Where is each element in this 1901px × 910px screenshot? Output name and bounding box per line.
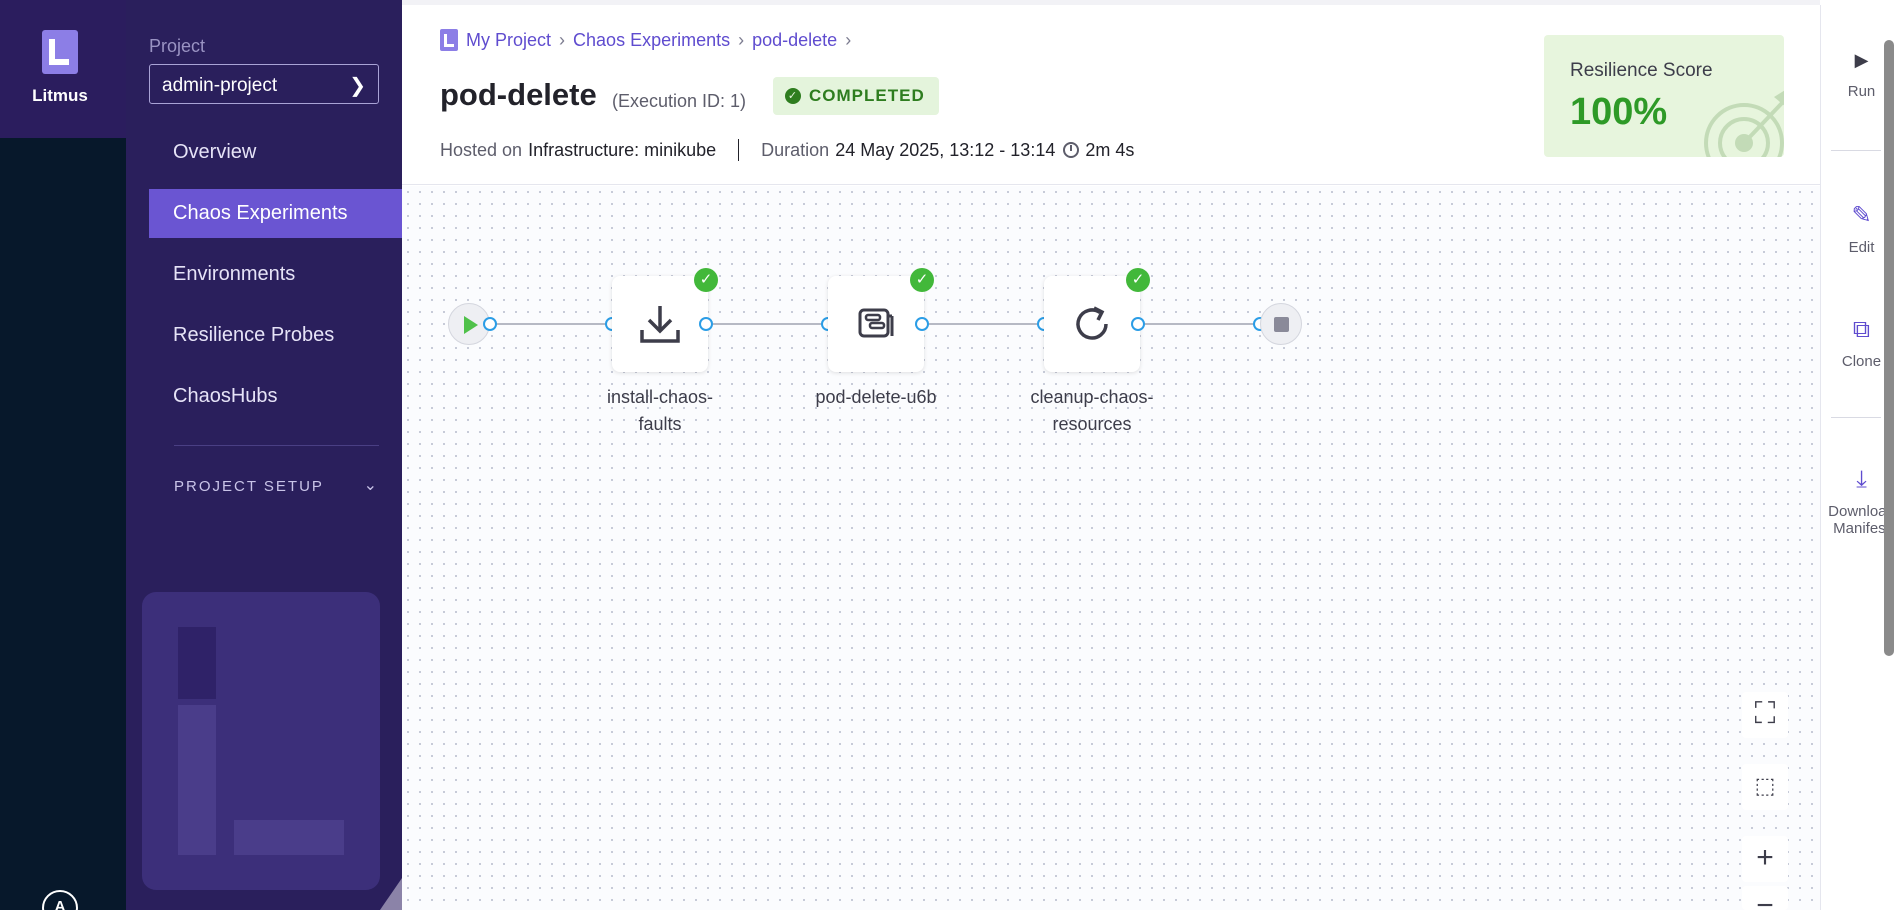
- litmus-logo-icon[interactable]: [42, 30, 78, 74]
- page-header: My Project › Chaos Experiments › pod-del…: [402, 5, 1820, 185]
- chevron-right-icon: ›: [845, 29, 852, 50]
- fit-view-icon[interactable]: ⬚: [1742, 764, 1788, 810]
- node-port: [915, 317, 929, 331]
- sidebar-item-label: Overview: [173, 141, 257, 163]
- breadcrumb: My Project › Chaos Experiments › pod-del…: [440, 29, 851, 51]
- duration-value: 2m 4s: [1085, 139, 1135, 160]
- rail-header: Litmus: [0, 0, 126, 138]
- workflow-node-pod-delete-u6b[interactable]: [828, 276, 924, 372]
- sidebar-item-chaoshubs[interactable]: ChaosHubs: [149, 372, 402, 421]
- status-text: COMPLETED: [809, 86, 925, 105]
- node-label: cleanup-chaos- resources: [1017, 384, 1167, 438]
- resilience-score-value: 100%: [1570, 91, 1668, 133]
- workflow-canvas[interactable]: ✓ install-chaos- faults ✓ pod-delete-u6b…: [402, 186, 1820, 910]
- success-check-icon: ✓: [910, 268, 934, 292]
- duration-label: Duration: [761, 139, 830, 160]
- project-icon: [440, 29, 458, 51]
- node-label: install-chaos- faults: [585, 384, 735, 438]
- sidebar-divider: [174, 445, 379, 446]
- hosted-label: Hosted on: [440, 139, 523, 160]
- breadcrumb-chaos-experiments[interactable]: Chaos Experiments: [573, 30, 730, 51]
- resilience-score-label: Resilience Score: [1570, 60, 1713, 81]
- sidebar-item-label: ChaosHubs: [173, 385, 278, 407]
- hosted-value: Infrastructure: minikube: [528, 139, 717, 160]
- sidebar-item-label: Chaos Experiments: [173, 202, 348, 224]
- resilience-score-card: Resilience Score 100%: [1544, 35, 1784, 157]
- fullscreen-icon[interactable]: ⛶: [1742, 692, 1788, 738]
- chevron-down-icon: ⌄: [363, 477, 379, 494]
- clone-label: Clone: [1841, 353, 1882, 370]
- meta-divider: [738, 139, 740, 161]
- fault-icon: [858, 308, 894, 338]
- sidebar-item-label: Resilience Probes: [173, 324, 335, 346]
- check-circle-icon: ✓: [785, 88, 801, 104]
- sidebar-item-label: Environments: [173, 263, 296, 285]
- refresh-icon: [1076, 306, 1108, 340]
- sidebar-item-overview[interactable]: Overview: [149, 128, 402, 177]
- success-check-icon: ✓: [1126, 268, 1150, 292]
- sidebar-item-environments[interactable]: Environments: [149, 250, 402, 299]
- app-rail: Litmus A: [0, 0, 126, 910]
- execution-id: (Execution ID: 1): [612, 91, 747, 111]
- sidebar-item-resilience-probes[interactable]: Resilience Probes: [149, 311, 402, 360]
- node-port: [1131, 317, 1145, 331]
- node-label-text: cleanup-chaos- resources: [1030, 387, 1154, 434]
- clock-icon: [1063, 142, 1080, 158]
- success-check-icon: ✓: [694, 268, 718, 292]
- project-label: Project: [149, 36, 206, 56]
- app-name: Litmus: [32, 86, 88, 105]
- chevron-right-icon: ›: [559, 29, 566, 50]
- workflow-end-node[interactable]: [1260, 303, 1302, 345]
- breadcrumb-my-project[interactable]: My Project: [466, 30, 551, 51]
- avatar[interactable]: A: [42, 890, 78, 910]
- node-label-text: pod-delete-u6b: [815, 387, 937, 407]
- project-selector[interactable]: admin-project ❯: [149, 64, 379, 104]
- sidebar-illustration: [142, 592, 380, 890]
- status-badge: ✓ COMPLETED: [773, 77, 939, 115]
- node-label-text: install-chaos- faults: [606, 387, 714, 434]
- breadcrumb-pod-delete[interactable]: pod-delete: [752, 30, 837, 51]
- toolbar-divider: [1831, 150, 1881, 151]
- scrollbar[interactable]: [1884, 40, 1894, 656]
- duration-range: 24 May 2025, 13:12 - 13:14: [835, 139, 1056, 160]
- workflow-node-cleanup-chaos-resources[interactable]: [1044, 276, 1140, 372]
- chevron-right-icon: ›: [738, 29, 745, 50]
- zoom-out-icon[interactable]: −: [1742, 886, 1788, 910]
- project-selector-value: admin-project: [162, 75, 278, 96]
- project-setup-toggle[interactable]: PROJECT SETUP ⌄: [174, 477, 379, 495]
- chevron-right-icon: ❯: [349, 75, 366, 97]
- node-port: [483, 317, 497, 331]
- page-title: pod-delete: [440, 77, 597, 112]
- sidebar-item-chaos-experiments[interactable]: Chaos Experiments: [149, 189, 402, 238]
- project-setup-label: PROJECT SETUP: [174, 478, 324, 495]
- edit-label: Edit: [1848, 239, 1875, 256]
- run-metadata: Hosted on Infrastructure: minikube Durat…: [440, 139, 1134, 161]
- toolbar-divider: [1831, 417, 1881, 418]
- run-label: Run: [1847, 83, 1876, 100]
- zoom-in-icon[interactable]: +: [1742, 836, 1788, 882]
- download-icon: [640, 306, 680, 343]
- node-label: pod-delete-u6b: [801, 384, 951, 411]
- workflow-node-install-chaos-faults[interactable]: [612, 276, 708, 372]
- target-icon: [1704, 90, 1784, 157]
- project-sidebar: Project admin-project ❯ Overview Chaos E…: [126, 0, 402, 910]
- node-port: [699, 317, 713, 331]
